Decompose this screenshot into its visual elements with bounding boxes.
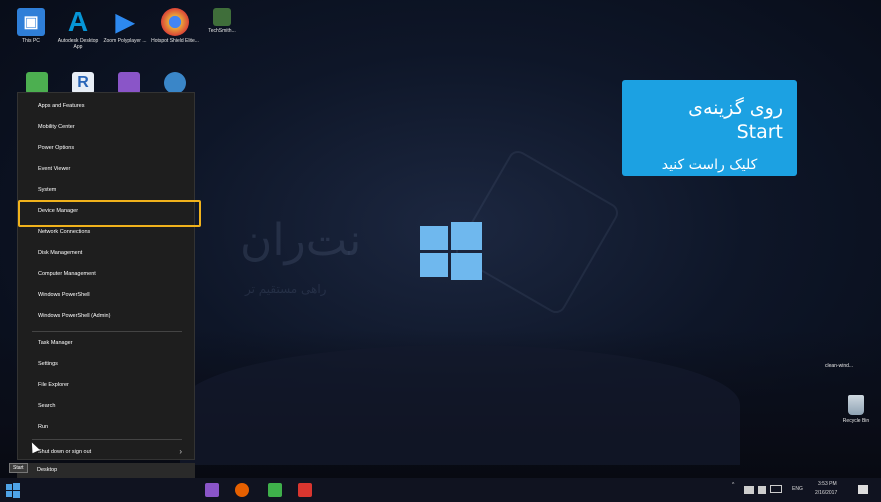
watermark-title: نت‌ران xyxy=(240,215,362,266)
menu-item-search[interactable]: Search xyxy=(18,397,196,415)
desktop-icon-vs[interactable] xyxy=(104,72,154,94)
desktop-hill xyxy=(180,345,740,465)
desktop-icon-recycle-bin[interactable]: Recycle Bin xyxy=(840,395,872,424)
menu-item-system[interactable]: System xyxy=(18,181,196,199)
visual-studio-icon[interactable] xyxy=(205,483,219,497)
menu-item-computer-management[interactable]: Computer Management xyxy=(18,265,196,283)
menu-item-apps-and-features[interactable]: Apps and Features xyxy=(18,97,196,115)
desktop-icon-player[interactable]: ▶ Zoom Polyplayer ... xyxy=(100,8,150,45)
r-app-icon: R xyxy=(72,72,94,94)
menu-item-power-options[interactable]: Power Options xyxy=(18,139,196,157)
browser-icon xyxy=(164,72,186,94)
clean-shortcut-label[interactable]: clean-wind... xyxy=(825,363,853,369)
green-app-icon xyxy=(26,72,48,94)
network-icon[interactable] xyxy=(744,486,754,494)
language-indicator[interactable]: ENG xyxy=(792,486,803,492)
menu-item-event-viewer[interactable]: Event Viewer xyxy=(18,160,196,178)
menu-separator xyxy=(32,439,182,440)
autodesk-icon: A xyxy=(67,6,89,37)
techsmith-icon xyxy=(213,8,231,26)
desktop-icon-autodesk[interactable]: A Autodesk Desktop App xyxy=(53,6,103,50)
desktop-icon-browser[interactable] xyxy=(150,72,200,94)
start-tooltip: Start xyxy=(9,463,28,473)
menu-item-windows-powershell[interactable]: Windows PowerShell xyxy=(18,286,196,304)
player-icon: ▶ xyxy=(115,8,135,36)
chevron-right-icon: › xyxy=(179,447,182,456)
instruction-callout: روی گزینه‌ی Start کلیک راست کنید xyxy=(622,80,797,176)
visual-studio-icon xyxy=(118,72,140,94)
chrome-icon xyxy=(161,8,189,36)
menu-item-file-explorer[interactable]: File Explorer xyxy=(18,376,196,394)
menu-item-shut-down[interactable]: Shut down or sign out › xyxy=(18,443,196,461)
menu-separator xyxy=(32,331,182,332)
desktop-icon-green-app[interactable] xyxy=(12,72,62,94)
menu-item-task-manager[interactable]: Task Manager xyxy=(18,334,196,352)
desktop-icon-hotspot[interactable]: Hotspot Shield Elite... xyxy=(150,8,200,44)
start-button[interactable] xyxy=(4,481,22,499)
clock-time[interactable]: 3:53 PM xyxy=(818,481,837,487)
red-app-icon[interactable] xyxy=(298,483,312,497)
device-manager-highlight xyxy=(18,200,201,227)
callout-line-2: کلیک راست کنید xyxy=(661,157,758,173)
notification-icon[interactable] xyxy=(858,485,868,494)
menu-item-mobility-center[interactable]: Mobility Center xyxy=(18,118,196,136)
start-context-menu: Apps and Features Mobility Center Power … xyxy=(17,92,195,460)
watermark-subtitle: راهی مستقیم تر xyxy=(245,282,327,296)
desktop-icon-r[interactable]: R xyxy=(58,72,108,94)
menu-item-run[interactable]: Run xyxy=(18,418,196,436)
windows-logo-icon xyxy=(420,222,482,280)
menu-item-desktop[interactable]: Desktop xyxy=(17,463,195,478)
desktop-icon-this-pc[interactable]: ▣ This PC xyxy=(6,8,56,44)
camtasia-icon[interactable] xyxy=(268,483,282,497)
menu-item-settings[interactable]: Settings xyxy=(18,355,196,373)
keyboard-icon[interactable] xyxy=(770,485,782,493)
clock-date[interactable]: 2/16/2017 xyxy=(815,490,837,496)
callout-line-1: روی گزینه‌ی Start xyxy=(688,97,783,143)
computer-icon: ▣ xyxy=(17,8,45,36)
desktop-icon-techsmith[interactable]: TechSmith... xyxy=(197,8,247,34)
volume-icon[interactable] xyxy=(758,486,766,494)
firefox-icon[interactable] xyxy=(235,483,249,497)
menu-item-disk-management[interactable]: Disk Management xyxy=(18,244,196,262)
menu-item-windows-powershell-admin[interactable]: Windows PowerShell (Admin) xyxy=(18,307,196,325)
shut-down-label: Shut down or sign out xyxy=(38,449,92,455)
taskbar: ^ ENG 3:53 PM 2/16/2017 xyxy=(0,478,881,502)
tray-chevron-icon[interactable]: ^ xyxy=(732,482,734,488)
recycle-bin-icon xyxy=(848,395,864,415)
